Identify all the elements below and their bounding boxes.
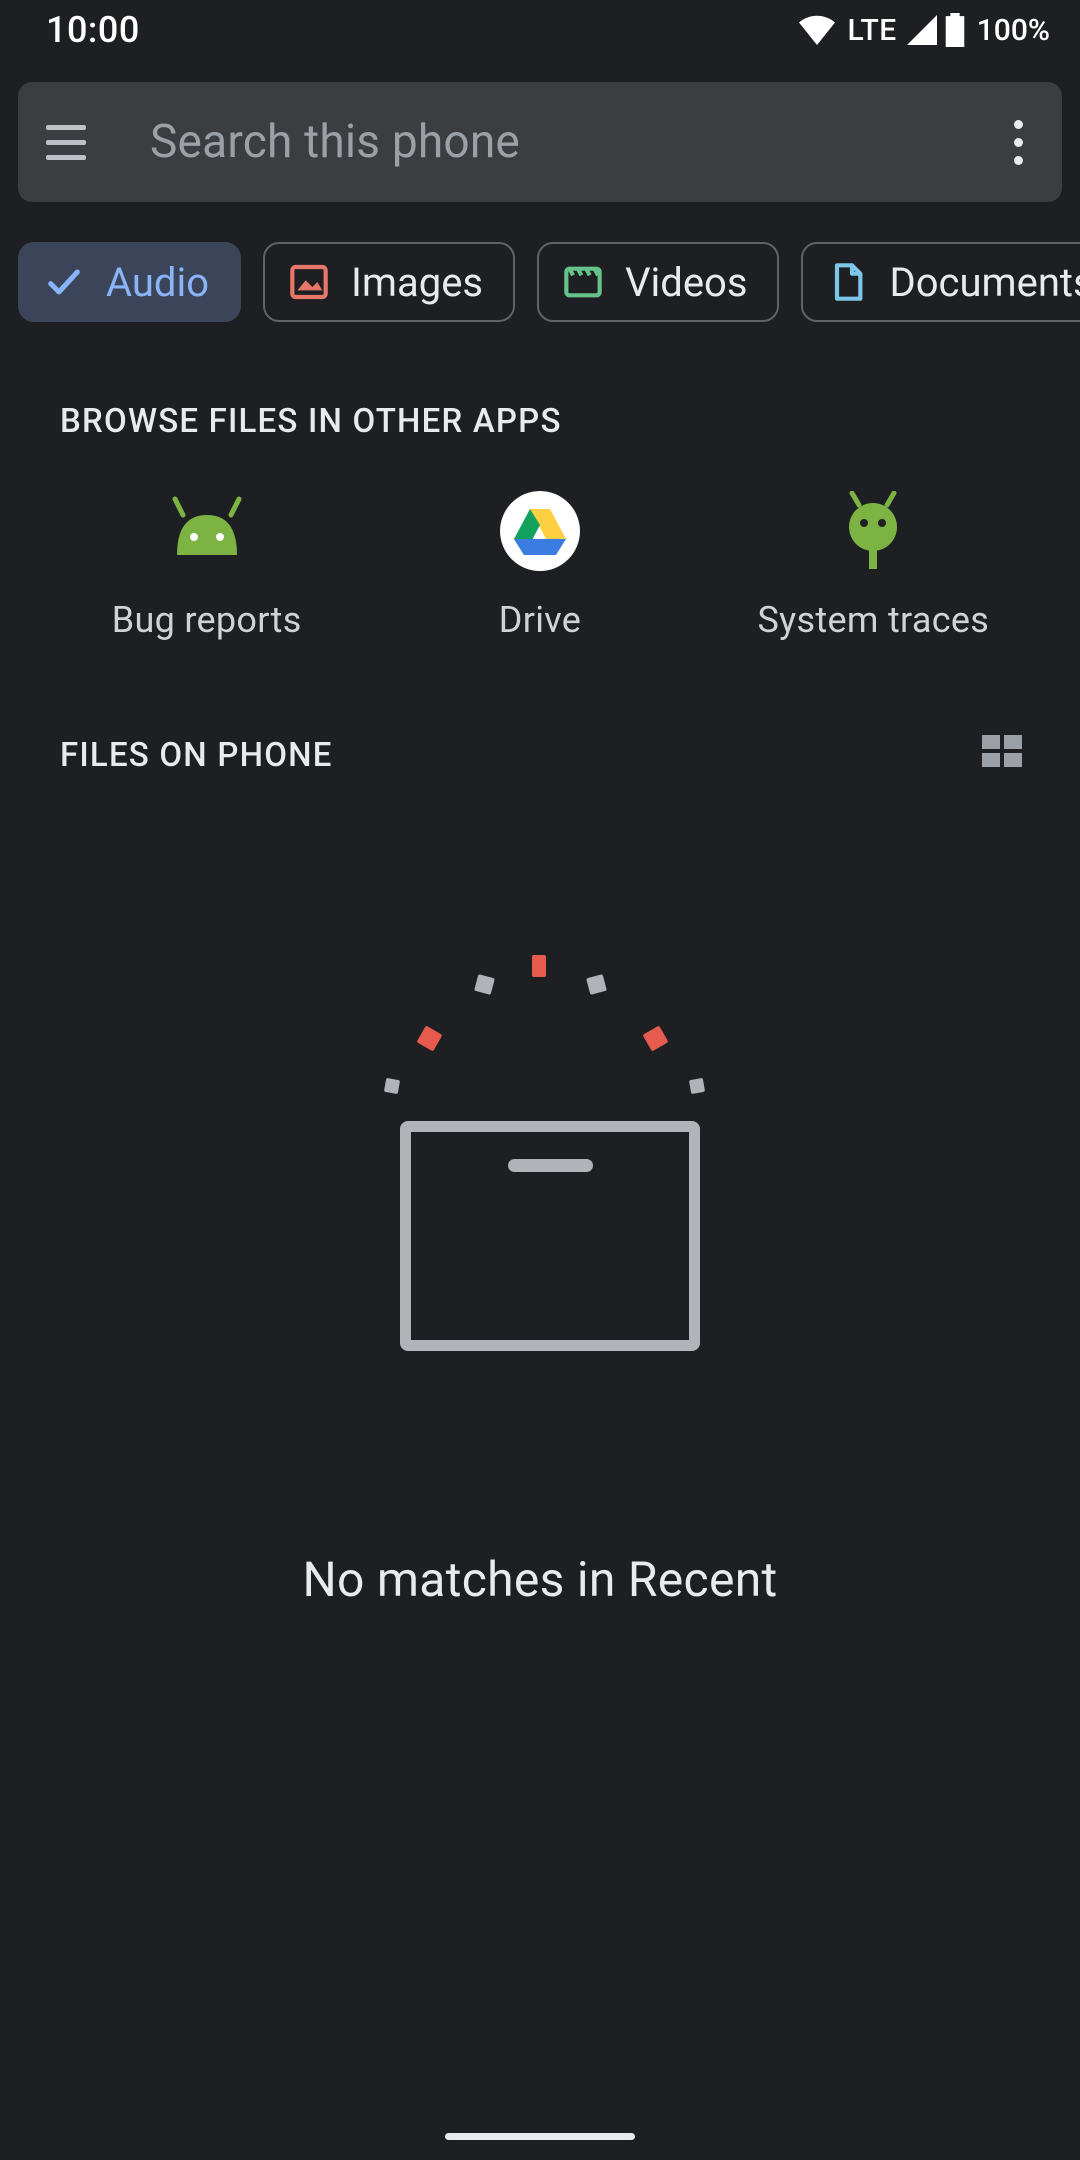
app-system-traces[interactable]: System traces [723,491,1023,641]
chip-label: Videos [625,259,747,306]
menu-icon[interactable] [46,115,100,169]
chip-videos[interactable]: Videos [537,242,779,322]
empty-illustration [390,951,690,1361]
app-label: Drive [499,599,581,641]
video-icon [563,262,603,302]
signal-icon [907,15,937,45]
wifi-icon [799,15,835,45]
grid-view-icon[interactable] [978,729,1030,781]
empty-state: No matches in Recent [0,781,1080,1608]
drawer-icon [400,1121,700,1351]
empty-message: No matches in Recent [302,1361,777,1608]
filter-chips[interactable]: Audio Images Videos Documents [0,202,1080,322]
other-apps-row: Bug reports Drive System traces [0,441,1080,641]
app-bug-reports[interactable]: Bug reports [57,491,357,641]
check-icon [44,262,84,302]
chip-documents[interactable]: Documents [801,242,1080,322]
chip-label: Images [351,259,483,306]
android-icon [167,491,247,571]
section-browse-other-apps: BROWSE FILES IN OTHER APPS [0,322,1080,441]
battery-icon [945,13,965,47]
search-input[interactable] [100,115,998,169]
gesture-nav-handle[interactable] [445,2133,635,2140]
app-label: System traces [758,599,990,641]
status-bar: 10:00 LTE 100% [0,0,1080,60]
drive-icon [500,491,580,571]
status-icons: LTE 100% [799,13,1050,48]
status-time: 10:00 [46,9,140,51]
section-files-on-phone: FILES ON PHONE [60,736,333,775]
chip-audio[interactable]: Audio [18,242,241,322]
app-drive[interactable]: Drive [390,491,690,641]
document-icon [827,262,867,302]
battery-percent: 100% [977,13,1050,48]
search-bar[interactable] [18,82,1062,202]
more-options-icon[interactable] [998,117,1038,167]
chip-label: Documents [889,259,1080,306]
chip-images[interactable]: Images [263,242,515,322]
image-icon [289,262,329,302]
app-label: Bug reports [112,599,302,641]
network-label: LTE [847,13,896,48]
chip-label: Audio [106,259,209,306]
android-head-icon [833,491,913,571]
